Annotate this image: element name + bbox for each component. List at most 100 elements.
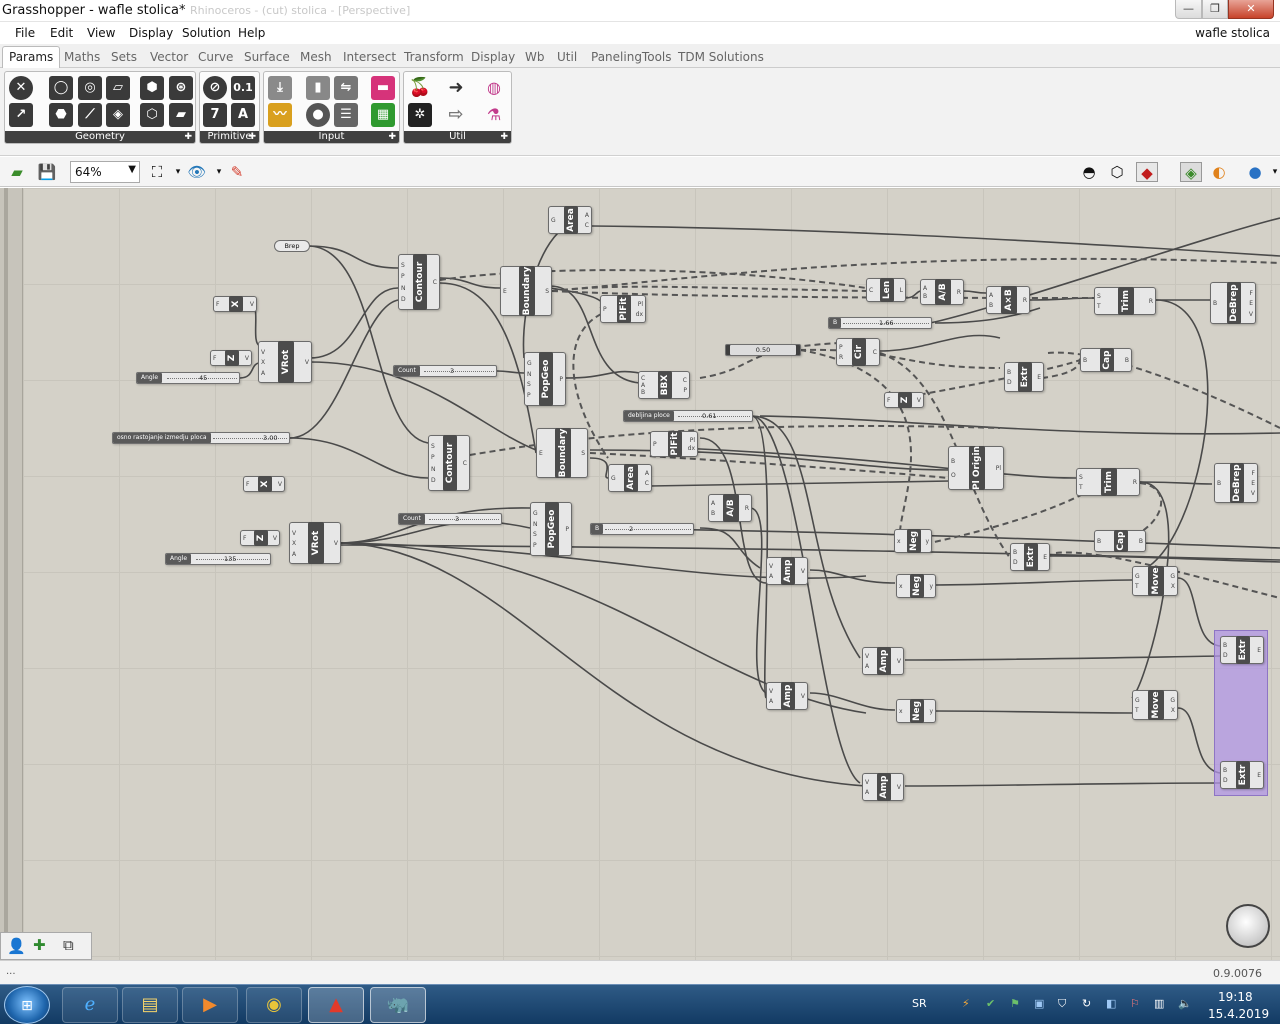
preview-eye-icon[interactable]: 👁 <box>186 162 208 182</box>
tab-intersect[interactable]: Intersect <box>343 50 396 64</box>
input-pin[interactable]: B <box>1013 549 1017 557</box>
component-fx2[interactable]: XFV <box>243 476 285 492</box>
input-pin[interactable]: N <box>527 371 532 379</box>
output-pin[interactable]: C <box>463 460 467 468</box>
menu-edit[interactable]: Edit <box>50 26 73 40</box>
input-pin[interactable]: B <box>951 458 955 466</box>
output-pin[interactable]: P <box>683 387 687 395</box>
output-pin[interactable]: V <box>1251 490 1255 498</box>
output-pin[interactable]: C <box>873 349 877 357</box>
tab-mesh[interactable]: Mesh <box>300 50 332 64</box>
profiler-icon[interactable]: 👤 <box>7 937 26 955</box>
matrix-icon[interactable]: ▦ <box>371 103 395 127</box>
param-line-icon[interactable]: ⟋ <box>78 103 102 127</box>
tray-app-icon[interactable]: ⚡ <box>962 997 970 1010</box>
input-pin[interactable]: C <box>869 287 873 295</box>
slider-plate-thickness[interactable]: debljina ploce 0.61 <box>623 410 753 422</box>
input-pin[interactable]: F <box>246 481 249 489</box>
component-len[interactable]: Len C L <box>866 278 906 302</box>
tray-display-icon[interactable]: ◧ <box>1106 997 1116 1010</box>
input-pin[interactable]: D <box>1007 379 1012 387</box>
component-neg3[interactable]: Neg x y <box>896 699 936 723</box>
preview-selected-icon[interactable]: ◆ <box>1136 162 1158 182</box>
component-fx1[interactable]: XFV <box>213 296 257 312</box>
input-pin[interactable]: B <box>923 293 927 301</box>
component-amp1[interactable]: Amp V A V <box>766 557 808 585</box>
input-pin[interactable]: D <box>1013 559 1018 567</box>
input-pin[interactable]: F <box>887 397 890 405</box>
button-icon[interactable]: ● <box>306 103 330 127</box>
component-plfit2[interactable]: PlFit P Pl dx <box>650 431 698 457</box>
component-plorigin[interactable]: Pl Origin B O Pl <box>948 446 1004 490</box>
param-text-icon[interactable]: A <box>231 103 255 127</box>
input-pin[interactable]: S <box>533 531 537 539</box>
param-curve-icon[interactable]: ▱ <box>106 76 130 100</box>
input-pin[interactable]: x <box>899 708 903 716</box>
output-pin[interactable]: V <box>1249 311 1253 319</box>
param-number-icon[interactable]: 0.1 <box>231 76 255 100</box>
taskbar-autocad[interactable]: ▲ <box>308 987 364 1023</box>
output-pin[interactable]: y <box>929 583 933 591</box>
param-arc-icon[interactable]: ◎ <box>78 76 102 100</box>
input-pin[interactable]: B <box>641 389 645 397</box>
input-pin[interactable]: P <box>401 273 405 281</box>
component-debrep2[interactable]: DeBrep B F E V <box>1214 463 1258 503</box>
galapagos-icon[interactable]: ◍ <box>482 76 506 100</box>
value-list-icon[interactable]: ☰ <box>334 103 358 127</box>
output-pin[interactable]: y <box>925 538 929 546</box>
output-pin[interactable]: R <box>957 289 961 297</box>
output-pin[interactable]: V <box>273 535 277 543</box>
tab-params[interactable]: Params <box>2 46 61 68</box>
clock-time[interactable]: 19:18 <box>1218 990 1253 1004</box>
input-pin[interactable]: R <box>839 354 843 362</box>
output-pin[interactable]: E <box>1037 374 1041 382</box>
component-vrot1[interactable]: VRot V X A V <box>258 341 312 383</box>
component-amp4[interactable]: Amp V A V <box>862 773 904 801</box>
input-pin[interactable]: A <box>292 551 296 559</box>
input-pin[interactable]: F <box>216 301 219 309</box>
output-pin[interactable]: X <box>1171 583 1175 591</box>
input-pin[interactable]: x <box>899 583 903 591</box>
output-pin[interactable]: V <box>917 397 921 405</box>
input-pin[interactable]: E <box>539 450 543 458</box>
output-pin[interactable]: V <box>250 301 254 309</box>
open-file-icon[interactable]: ▰ <box>6 162 28 182</box>
taskbar-rhino[interactable]: 🦏 <box>370 987 426 1023</box>
input-pin[interactable]: A <box>769 573 773 581</box>
param-box-icon[interactable]: ◈ <box>106 103 130 127</box>
component-fz1[interactable]: ZFV <box>884 392 924 408</box>
panel-label[interactable]: Geometry ✚ <box>5 131 195 143</box>
cherry-picker-icon[interactable]: 🍒 <box>408 76 432 100</box>
component-extr1[interactable]: Extr B D E <box>1004 362 1044 392</box>
output-pin[interactable]: L <box>900 287 903 295</box>
input-pin[interactable]: N <box>533 521 538 529</box>
menu-file[interactable]: File <box>15 26 35 40</box>
brep-param[interactable]: Brep <box>274 240 310 252</box>
input-pin[interactable]: G <box>533 510 538 518</box>
input-pin[interactable]: S <box>1079 474 1083 482</box>
component-axb[interactable]: A×B A B R <box>986 286 1030 314</box>
input-pin[interactable]: A <box>989 292 993 300</box>
input-pin[interactable]: N <box>401 285 406 293</box>
output-pin[interactable]: V <box>897 784 901 792</box>
tab-wb[interactable]: Wb <box>525 50 544 64</box>
menu-solution[interactable]: Solution <box>182 26 231 40</box>
input-pin[interactable]: G <box>1135 573 1140 581</box>
document-name[interactable]: wafle stolica <box>1195 26 1270 40</box>
output-pin[interactable]: Pl <box>690 437 695 445</box>
language-indicator[interactable]: SR <box>912 997 927 1010</box>
input-pin[interactable]: P <box>603 306 607 314</box>
tab-maths[interactable]: Maths <box>64 50 100 64</box>
tab-util[interactable]: Util <box>557 50 577 64</box>
tab-curve[interactable]: Curve <box>198 50 233 64</box>
component-cap2[interactable]: Cap B B <box>1094 530 1146 552</box>
flask-icon[interactable]: ⚗ <box>482 103 506 127</box>
input-pin[interactable]: S <box>431 443 435 451</box>
component-adivb1[interactable]: A/B A B R <box>920 279 964 305</box>
tray-action-center-icon[interactable]: ⚐ <box>1130 997 1140 1010</box>
output-pin[interactable]: y <box>929 708 933 716</box>
output-pin[interactable]: B <box>1139 538 1143 546</box>
output-pin[interactable]: V <box>278 481 282 489</box>
menu-view[interactable]: View <box>87 26 115 40</box>
sketch-pen-icon[interactable]: ✎ <box>226 162 248 182</box>
